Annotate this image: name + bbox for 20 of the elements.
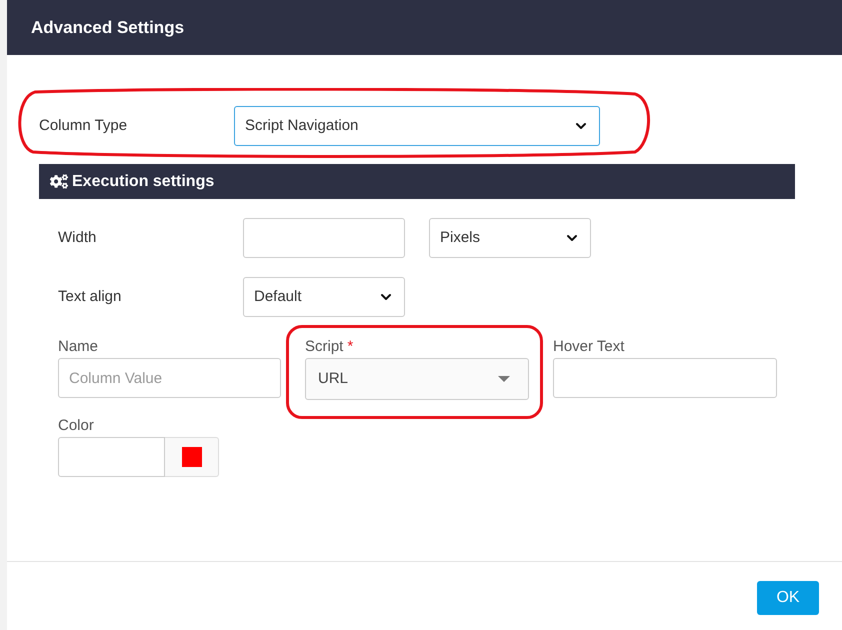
color-label: Color <box>58 416 94 436</box>
name-label: Name <box>58 337 98 357</box>
color-input[interactable] <box>58 437 165 477</box>
section-title: Execution settings <box>72 172 214 192</box>
dialog-title: Advanced Settings <box>31 16 184 39</box>
script-label: Script * <box>305 337 354 357</box>
hover-text-label: Hover Text <box>553 337 624 357</box>
hover-text-input[interactable] <box>553 358 777 398</box>
script-select[interactable]: URL <box>305 358 529 400</box>
unit-select[interactable]: Pixels <box>429 218 591 258</box>
color-picker-button[interactable] <box>165 437 219 477</box>
name-input[interactable]: Column Value <box>58 358 281 398</box>
caret-down-icon <box>498 376 510 382</box>
text-align-label: Text align <box>58 286 122 307</box>
column-type-label: Column Type <box>39 116 128 136</box>
width-label: Width <box>58 228 98 248</box>
column-type-select[interactable]: Script Navigation <box>234 106 600 146</box>
text-align-select[interactable]: Default <box>243 277 405 317</box>
width-input[interactable] <box>243 218 405 258</box>
gears-icon <box>50 174 68 189</box>
